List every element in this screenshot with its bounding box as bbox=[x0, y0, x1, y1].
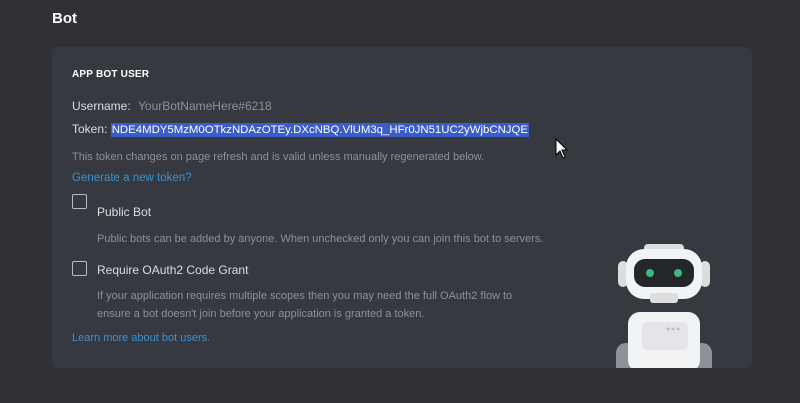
oauth-description-line2: ensure a bot doesn't join before your ap… bbox=[97, 308, 425, 320]
public-bot-description: Public bots can be added by anyone. When… bbox=[97, 233, 544, 245]
page-title: Bot bbox=[52, 10, 77, 27]
oauth-grant-checkbox[interactable] bbox=[72, 261, 87, 276]
mouse-cursor-icon bbox=[555, 138, 569, 159]
public-bot-checkbox[interactable] bbox=[72, 194, 87, 209]
section-label: APP BOT USER bbox=[72, 69, 150, 80]
username-value[interactable]: YourBotNameHere#6218 bbox=[138, 99, 272, 113]
username-row: Username: YourBotNameHere#6218 bbox=[72, 99, 272, 113]
robot-illustration bbox=[616, 244, 712, 368]
token-row: Token: NDE4MDY5MzM0OTkzNDAzOTEy.DXcNBQ.V… bbox=[72, 122, 529, 137]
token-hint: This token changes on page refresh and i… bbox=[72, 151, 485, 163]
token-label: Token: bbox=[72, 122, 108, 136]
oauth-grant-label: Require OAuth2 Code Grant bbox=[97, 263, 249, 277]
oauth-description-line1: If your application requires multiple sc… bbox=[97, 290, 513, 302]
app-bot-user-card: APP BOT USER Username: YourBotNameHere#6… bbox=[52, 47, 752, 368]
generate-token-link[interactable]: Generate a new token? bbox=[72, 172, 192, 184]
token-value[interactable]: NDE4MDY5MzM0OTkzNDAzOTEy.DXcNBQ.VlUM3q_H… bbox=[110, 123, 529, 137]
username-label: Username: bbox=[72, 99, 131, 113]
public-bot-label: Public Bot bbox=[97, 205, 152, 219]
oauth-grant-description: If your application requires multiple sc… bbox=[97, 287, 557, 323]
learn-more-link[interactable]: Learn more about bot users. bbox=[72, 332, 210, 344]
